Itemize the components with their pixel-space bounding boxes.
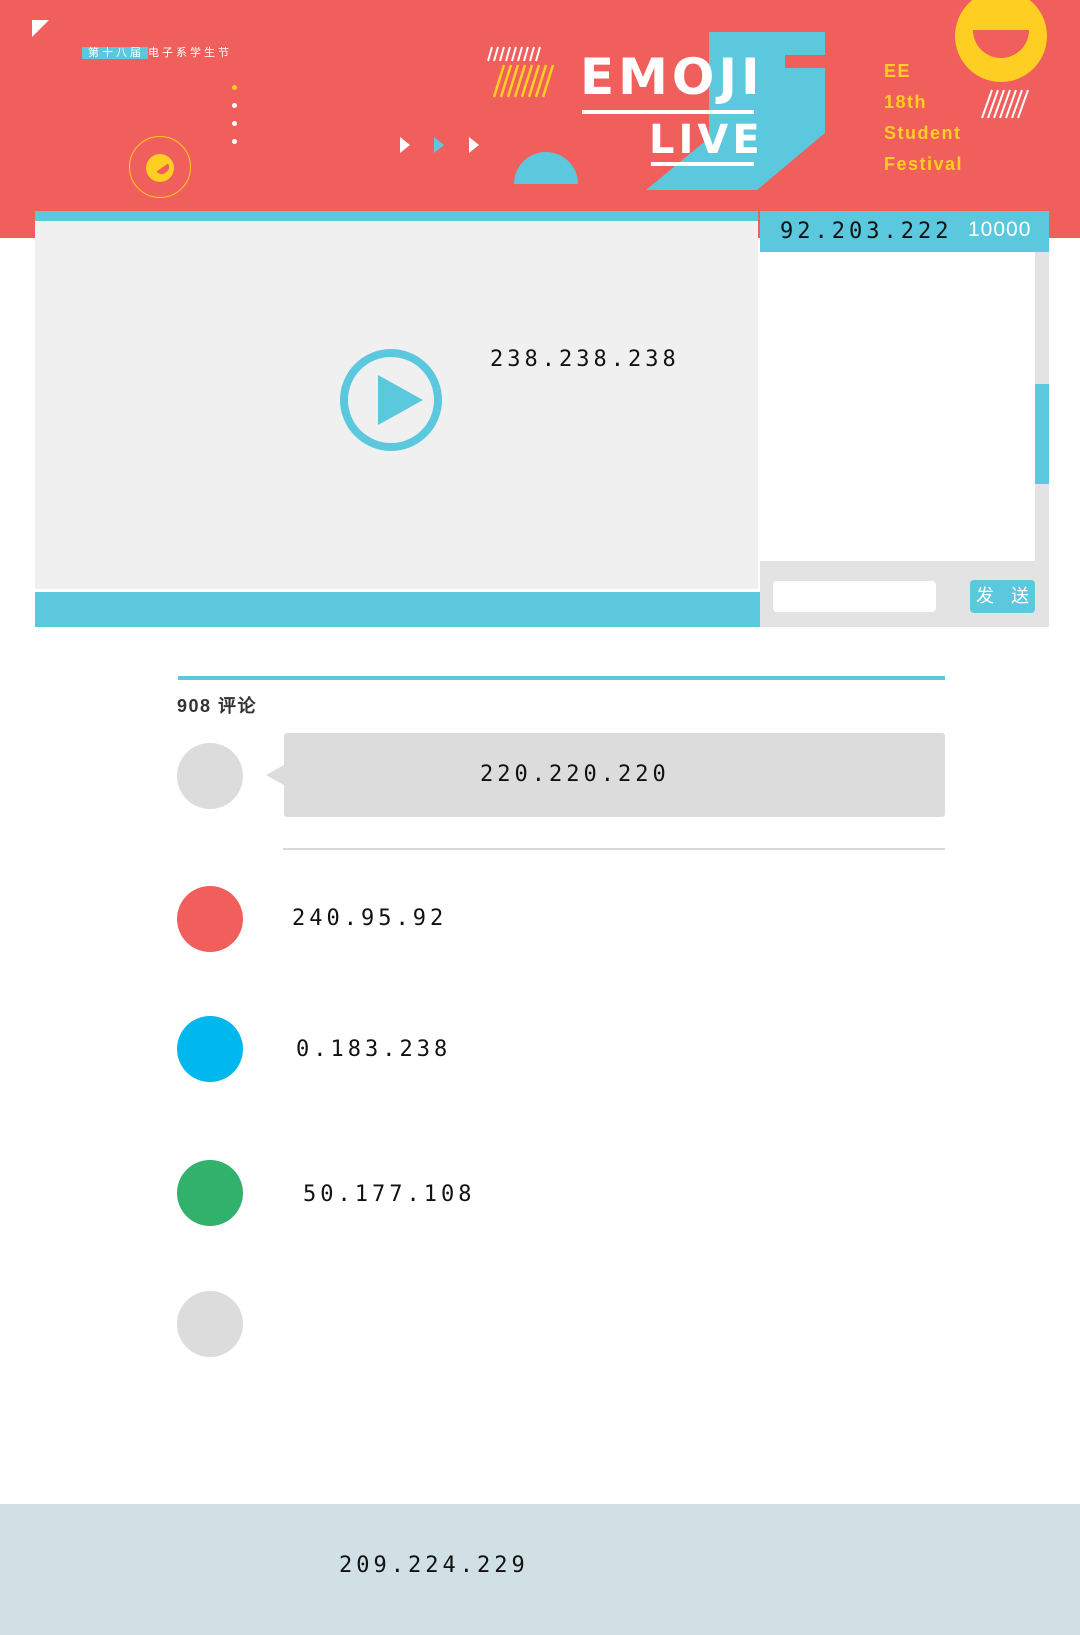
dot-decoration — [232, 103, 237, 108]
dot-decoration — [232, 121, 237, 126]
play-circle-icon[interactable] — [340, 349, 442, 451]
comment-count: 908 评论 — [177, 696, 258, 716]
header-banner: 第十八届 电子系学生节 EMOJI LIVE EE 18th Student F… — [0, 0, 1080, 238]
comment-avatar — [177, 886, 243, 952]
festival-tag-highlight: 第十八届 — [82, 47, 148, 59]
logo-title-line1: EMOJI — [580, 48, 764, 106]
semicircle-decoration — [514, 152, 578, 184]
comment-text: 0.183.238 — [296, 1037, 452, 1062]
subtitle-line: Student — [884, 123, 962, 143]
arrow-right-icon — [469, 137, 479, 153]
corner-triangle-decoration — [32, 20, 49, 37]
player-color-label: 238.238.238 — [490, 347, 680, 372]
comment-bubble-arrow — [266, 765, 284, 785]
chat-message-input[interactable] — [773, 581, 936, 612]
comment-divider — [283, 848, 945, 850]
subtitle-line: Festival — [884, 154, 964, 174]
chat-scrollbar-thumb[interactable] — [1035, 384, 1049, 484]
subtitle-line: EE — [884, 61, 912, 81]
comment-input-color-label: 220.220.220 — [480, 762, 670, 787]
current-user-avatar — [177, 743, 243, 809]
chat-messages — [760, 252, 1035, 561]
comment-avatar — [177, 1160, 243, 1226]
footer-color-label: 209.224.229 — [339, 1553, 529, 1578]
dot-decoration — [232, 139, 237, 144]
subtitle-line: 18th — [884, 92, 928, 112]
logo-underline — [651, 162, 754, 166]
comment-avatar — [177, 1016, 243, 1082]
player-control-bar[interactable] — [35, 592, 760, 627]
send-button[interactable]: 发 送 — [970, 580, 1035, 613]
dot-decoration — [232, 85, 237, 90]
hatch-decoration-white — [487, 46, 541, 62]
logo-underline — [582, 110, 754, 114]
emoji-badge-icon — [129, 136, 191, 198]
arrow-right-icon — [434, 137, 444, 153]
hatch-decoration-yellow — [492, 64, 555, 98]
festival-tag-text: 电子系学生节 — [148, 47, 232, 59]
festival-subtitle: EE 18th Student Festival — [884, 56, 963, 180]
festival-tag: 第十八届 电子系学生节 — [82, 45, 232, 61]
smiley-face-icon — [955, 0, 1047, 82]
viewer-count: 10000 — [968, 218, 1032, 241]
comment-text: 50.177.108 — [303, 1182, 476, 1207]
comment-text: 240.95.92 — [292, 906, 448, 931]
logo-title-line2: LIVE — [649, 117, 764, 163]
chat-header-color-label: 92.203.222 — [780, 219, 953, 244]
comments-top-rule — [178, 676, 945, 680]
comment-avatar — [177, 1291, 243, 1357]
page-footer — [0, 1504, 1080, 1635]
arrow-right-icon — [400, 137, 410, 153]
hatch-decoration-white — [981, 89, 1029, 119]
